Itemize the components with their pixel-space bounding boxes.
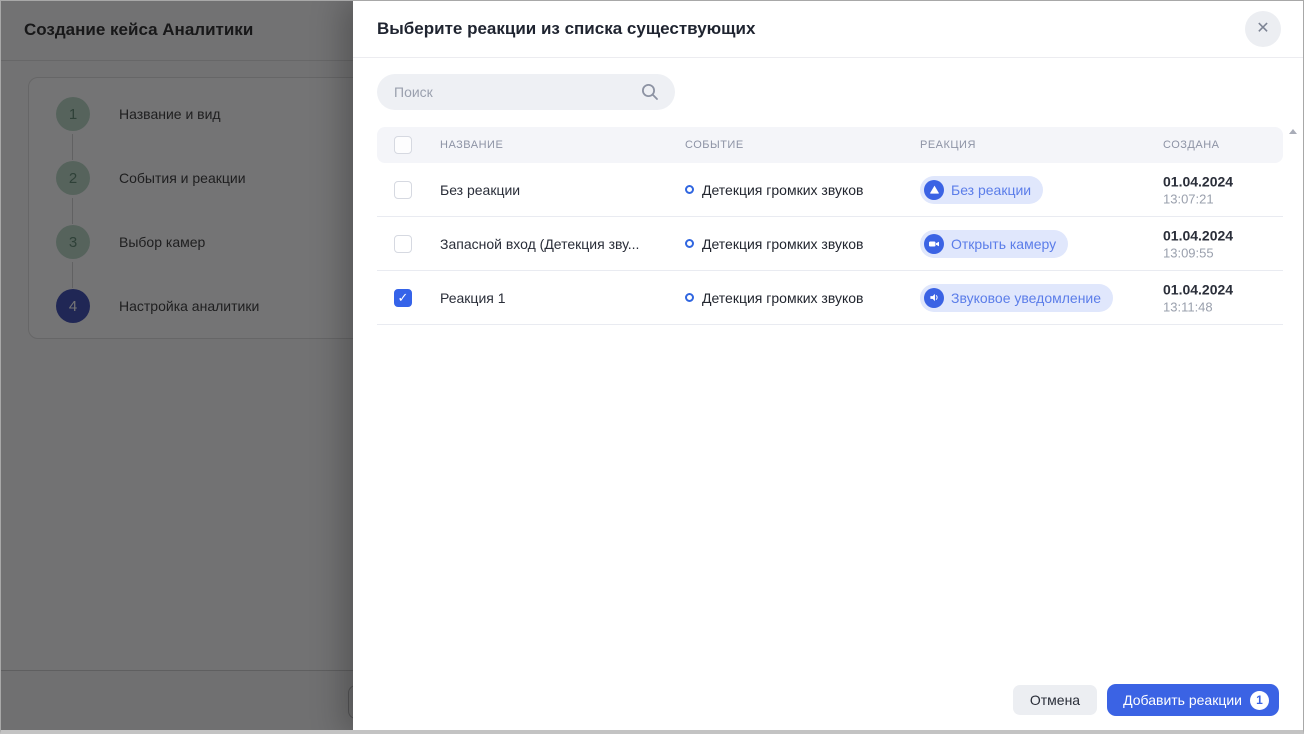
reaction-label: Звуковое уведомление: [951, 290, 1101, 306]
created-cell: 01.04.2024 13:07:21: [1163, 173, 1233, 206]
row-checkbox[interactable]: ✓: [394, 181, 412, 199]
created-time: 13:09:55: [1163, 245, 1233, 260]
table-header-row: ✓ НАЗВАНИЕ СОБЫТИЕ РЕАКЦИЯ СОЗДАНА: [377, 127, 1283, 163]
search-box: [377, 74, 675, 110]
speaker-icon: [924, 288, 944, 308]
close-button[interactable]: ✕: [1245, 11, 1281, 47]
event-type-icon: [685, 239, 694, 248]
created-date: 01.04.2024: [1163, 173, 1233, 189]
reaction-name: Реакция 1: [440, 290, 506, 306]
table-row[interactable]: ✓ Реакция 1 Детекция громких звуков Звук…: [377, 271, 1283, 325]
event-label: Детекция громких звуков: [702, 290, 863, 306]
check-icon: ✓: [395, 290, 411, 306]
close-icon: ✕: [1256, 20, 1269, 37]
reaction-badge: Без реакции: [920, 176, 1043, 204]
select-reactions-modal: Выберите реакции из списка существующих …: [353, 0, 1304, 734]
event-label: Детекция громких звуков: [702, 236, 863, 252]
reactions-table: ✓ НАЗВАНИЕ СОБЫТИЕ РЕАКЦИЯ СОЗДАНА ✓ Без…: [377, 127, 1283, 325]
modal-title: Выберите реакции из списка существующих: [377, 19, 755, 39]
search-icon: [641, 83, 659, 101]
event-type-icon: [685, 185, 694, 194]
row-checkbox[interactable]: ✓: [394, 235, 412, 253]
reaction-name: Запасной вход (Детекция зву...: [440, 236, 639, 252]
created-cell: 01.04.2024 13:11:48: [1163, 281, 1233, 314]
table-row[interactable]: ✓ Запасной вход (Детекция зву... Детекци…: [377, 217, 1283, 271]
alert-triangle-icon: [924, 180, 944, 200]
event-cell: Детекция громких звуков: [685, 182, 863, 198]
table-row[interactable]: ✓ Без реакции Детекция громких звуков Бе…: [377, 163, 1283, 217]
column-header-event: СОБЫТИЕ: [685, 139, 744, 151]
event-cell: Детекция громких звуков: [685, 236, 863, 252]
column-header-reaction: РЕАКЦИЯ: [920, 139, 976, 151]
column-header-created: СОЗДАНА: [1163, 139, 1219, 151]
event-type-icon: [685, 293, 694, 302]
add-reactions-button[interactable]: Добавить реакции 1: [1107, 684, 1279, 716]
created-cell: 01.04.2024 13:09:55: [1163, 227, 1233, 260]
created-time: 13:07:21: [1163, 191, 1233, 206]
selected-count-badge: 1: [1250, 691, 1269, 710]
created-date: 01.04.2024: [1163, 227, 1233, 243]
event-cell: Детекция громких звуков: [685, 290, 863, 306]
reaction-badge: Звуковое уведомление: [920, 284, 1113, 312]
reaction-label: Открыть камеру: [951, 236, 1056, 252]
created-date: 01.04.2024: [1163, 281, 1233, 297]
row-checkbox[interactable]: ✓: [394, 289, 412, 307]
modal-body: ✓ НАЗВАНИЕ СОБЫТИЕ РЕАКЦИЯ СОЗДАНА ✓ Без…: [377, 58, 1283, 325]
created-time: 13:11:48: [1163, 299, 1233, 314]
modal-header: Выберите реакции из списка существующих: [353, 0, 1304, 58]
search-input[interactable]: [377, 74, 675, 110]
modal-footer: Отмена Добавить реакции 1: [1013, 684, 1279, 716]
reaction-label: Без реакции: [951, 182, 1031, 198]
select-all-checkbox[interactable]: ✓: [394, 136, 412, 154]
event-label: Детекция громких звуков: [702, 182, 863, 198]
cancel-button[interactable]: Отмена: [1013, 685, 1097, 715]
reaction-badge: Открыть камеру: [920, 230, 1068, 258]
camera-icon: [924, 234, 944, 254]
reaction-name: Без реакции: [440, 182, 520, 198]
column-header-name: НАЗВАНИЕ: [440, 139, 503, 151]
scrollbar-up-arrow-icon[interactable]: [1289, 129, 1297, 134]
add-reactions-label: Добавить реакции: [1123, 692, 1242, 708]
